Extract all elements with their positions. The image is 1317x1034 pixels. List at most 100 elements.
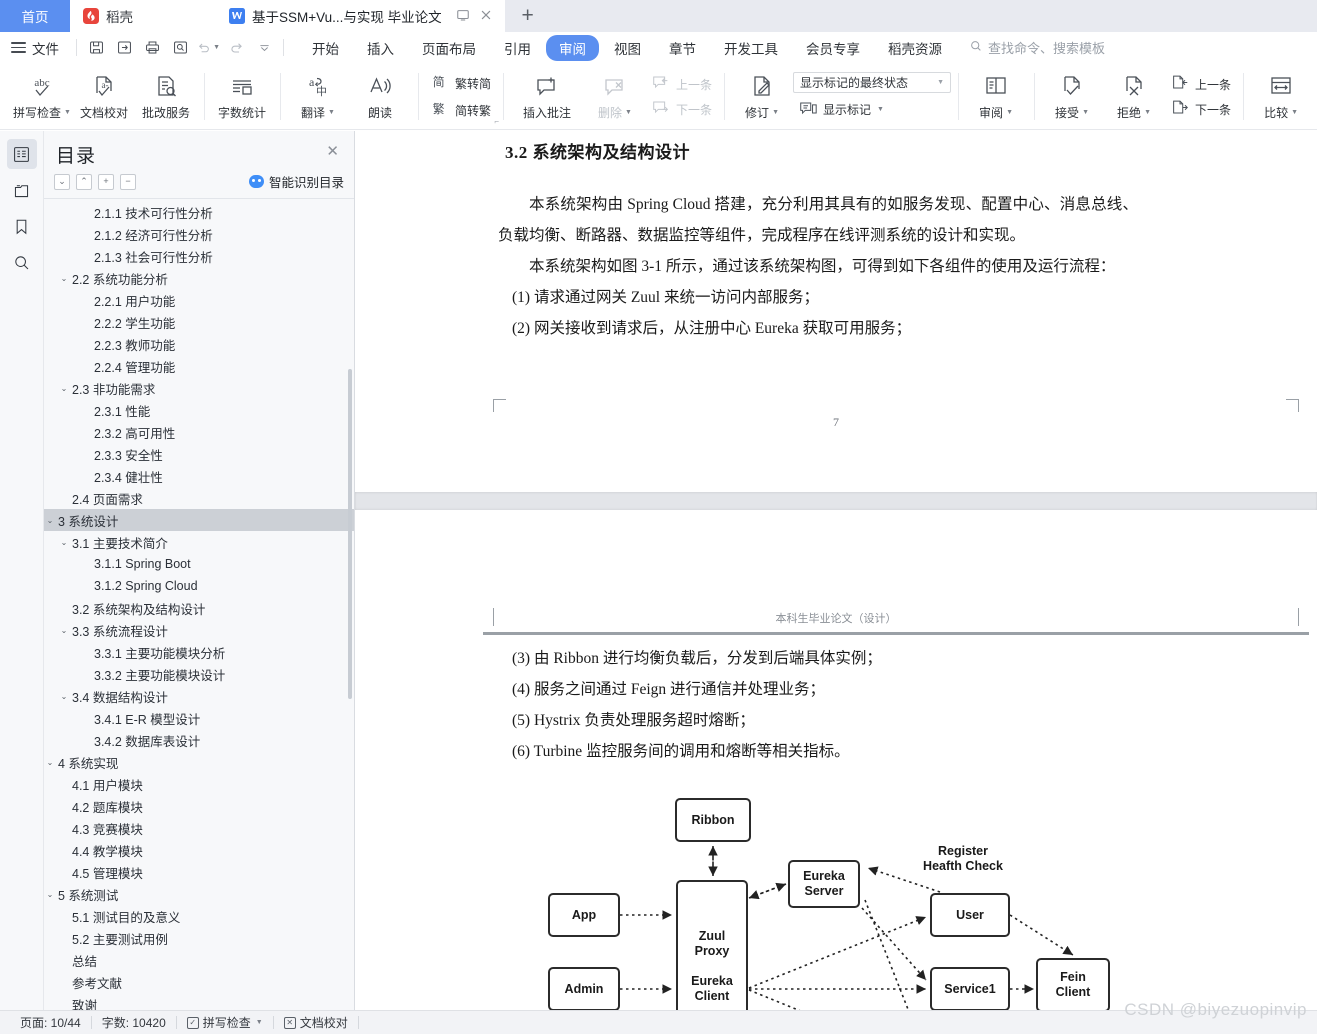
track-changes-button[interactable]: 修订 ▼ — [731, 67, 793, 127]
outline-item[interactable]: ⌄ 3.4 数据结构设计 — [44, 685, 354, 707]
undo-dropdown-caret[interactable]: ▼ — [213, 44, 220, 51]
previous-change-button[interactable]: 上一条 — [1165, 72, 1236, 96]
outline-item[interactable]: 5.1 测试目的及意义 — [44, 905, 354, 927]
outline-item[interactable]: ⌄ 2.2 系统功能分析 — [44, 267, 354, 289]
outline-item[interactable]: 2.3.4 健壮性 — [44, 465, 354, 487]
outline-item[interactable]: ⌄ 5 系统测试 — [44, 883, 354, 905]
chevron-down-icon[interactable]: ⌄ — [58, 384, 70, 393]
spell-check-status-button[interactable]: ✓ 拼写检查 ▼ — [177, 1014, 273, 1031]
tab-start[interactable]: 开始 — [299, 35, 352, 61]
outline-item[interactable]: 致谢 — [44, 993, 354, 1011]
tab-docer[interactable]: 稻壳 — [70, 0, 216, 32]
group-expander-icon[interactable]: ⌐ — [494, 117, 499, 126]
tab-document[interactable]: 基于SSM+Vu...与实现 毕业论文 — [216, 0, 505, 32]
outline-item[interactable]: 3.4.2 数据库表设计 — [44, 729, 354, 751]
collapse-all-button[interactable]: − — [120, 173, 136, 190]
print-icon[interactable] — [140, 36, 164, 60]
reviewing-pane-button[interactable]: 审阅 ▼ — [965, 67, 1027, 127]
next-comment-button[interactable]: 下一条 — [646, 97, 717, 121]
undo-icon[interactable]: ▼ — [196, 36, 220, 60]
display-for-review-select[interactable]: 显示标记的最终状态 ▼ — [793, 71, 952, 93]
outline-item[interactable]: 参考文献 — [44, 971, 354, 993]
search-command-input[interactable]: 查找命令、搜索模板 — [969, 38, 1105, 57]
new-comment-button[interactable]: 插入批注 — [510, 67, 584, 127]
next-change-button[interactable]: 下一条 — [1165, 97, 1236, 121]
collapse-down-button[interactable]: ⌄ — [54, 173, 70, 190]
save-icon[interactable] — [84, 36, 108, 60]
new-tab-button[interactable]: + — [505, 0, 551, 32]
outline-item[interactable]: 2.1.1 技术可行性分析 — [44, 201, 354, 223]
compare-button[interactable]: 比较 ▼ — [1250, 67, 1312, 127]
delete-comment-button[interactable]: 删除 ▼ — [584, 67, 646, 127]
chevron-down-icon[interactable]: ⌄ — [58, 626, 70, 635]
thumbnail-icon[interactable] — [7, 175, 37, 205]
outline-item[interactable]: 4.1 用户模块 — [44, 773, 354, 795]
outline-icon[interactable] — [6, 139, 37, 169]
outline-item[interactable]: 3.1.1 Spring Boot — [44, 553, 354, 575]
outline-item[interactable]: 3.4.1 E-R 模型设计 — [44, 707, 354, 729]
word-count-button[interactable]: 字数统计 — [211, 67, 273, 127]
document-proofread-button[interactable]: a- 文档校对 — [73, 67, 135, 127]
chevron-down-icon[interactable]: ⌄ — [58, 538, 70, 547]
search-icon[interactable] — [7, 247, 37, 277]
accept-change-button[interactable]: 接受 ▼ — [1041, 67, 1103, 127]
outline-item[interactable]: 4.3 竞赛模块 — [44, 817, 354, 839]
tab-developer-tools[interactable]: 开发工具 — [711, 35, 791, 61]
save-as-icon[interactable] — [112, 36, 136, 60]
outline-item[interactable]: ⌄ 3.1 主要技术简介 — [44, 531, 354, 553]
outline-item[interactable]: 2.1.2 经济可行性分析 — [44, 223, 354, 245]
outline-item[interactable]: 3.3.2 主要功能模块设计 — [44, 663, 354, 685]
document-canvas[interactable]: 3.2 系统架构及结构设计 本系统架构由 Spring Cloud 搭建，充分利… — [355, 131, 1317, 1010]
translate-button[interactable]: a中 翻译 ▼ — [287, 67, 349, 127]
outline-item[interactable]: 3.1.2 Spring Cloud — [44, 575, 354, 597]
print-preview-icon[interactable] — [168, 36, 192, 60]
bookmark-icon[interactable] — [7, 211, 37, 241]
outline-item[interactable]: ⌄ 3.3 系统流程设计 — [44, 619, 354, 641]
outline-item[interactable]: 2.3.1 性能 — [44, 399, 354, 421]
tab-section[interactable]: 章节 — [656, 35, 709, 61]
chevron-down-icon[interactable]: ⌄ — [44, 890, 56, 899]
tab-member-exclusive[interactable]: 会员专享 — [793, 35, 873, 61]
tab-home[interactable]: 首页 — [0, 0, 70, 32]
tab-docer-resources[interactable]: 稻壳资源 — [875, 35, 955, 61]
close-icon[interactable]: ✕ — [323, 141, 342, 162]
chevron-down-icon[interactable]: ⌄ — [58, 692, 70, 701]
chevron-down-icon[interactable]: ⌄ — [44, 758, 56, 767]
outline-item[interactable]: 2.2.1 用户功能 — [44, 289, 354, 311]
tab-view[interactable]: 视图 — [601, 35, 654, 61]
spell-check-button[interactable]: abc 拼写检查 ▼ — [11, 67, 73, 127]
expand-all-button[interactable]: + — [98, 173, 114, 190]
outline-item-list[interactable]: 2.1.1 技术可行性分析 2.1.2 经济可行性分析 2.1.3 社会可行性分析 ⌄… — [44, 198, 354, 1010]
redo-icon[interactable] — [224, 36, 248, 60]
chevron-down-icon[interactable]: ⌄ — [58, 274, 70, 283]
simp-to-trad-button[interactable]: 繁 简转繁 — [425, 97, 496, 123]
outline-item[interactable]: 2.1.3 社会可行性分析 — [44, 245, 354, 267]
tab-insert[interactable]: 插入 — [354, 35, 407, 61]
correction-service-button[interactable]: 批改服务 — [135, 67, 197, 127]
outline-item[interactable]: 5.2 主要测试用例 — [44, 927, 354, 949]
outline-item[interactable]: 2.4 页面需求 — [44, 487, 354, 509]
proofread-status-button[interactable]: ✕ 文档校对 — [274, 1014, 358, 1031]
outline-item[interactable]: 4.4 教学模块 — [44, 839, 354, 861]
tab-close-icon[interactable] — [479, 8, 493, 25]
outline-scrollbar-thumb[interactable] — [348, 369, 352, 699]
outline-item[interactable]: 总结 — [44, 949, 354, 971]
show-markup-button[interactable]: 显示标记 ▼ — [793, 98, 951, 122]
previous-comment-button[interactable]: 上一条 — [646, 72, 717, 96]
outline-item[interactable]: 2.3.2 高可用性 — [44, 421, 354, 443]
collapse-up-button[interactable]: ⌃ — [76, 173, 92, 190]
customize-qat-icon[interactable] — [252, 36, 276, 60]
outline-item[interactable]: ⌄ 2.3 非功能需求 — [44, 377, 354, 399]
tab-references[interactable]: 引用 — [491, 35, 544, 61]
reject-change-button[interactable]: 拒绝 ▼ — [1103, 67, 1165, 127]
tab-review[interactable]: 审阅 — [546, 34, 599, 61]
tab-page-layout[interactable]: 页面布局 — [409, 35, 489, 61]
outline-item[interactable]: ⌄ 4 系统实现 — [44, 751, 354, 773]
outline-item[interactable]: 3.3.1 主要功能模块分析 — [44, 641, 354, 663]
outline-item[interactable]: 4.2 题库模块 — [44, 795, 354, 817]
outline-item[interactable]: 2.3.3 安全性 — [44, 443, 354, 465]
outline-item[interactable]: 4.5 管理模块 — [44, 861, 354, 883]
outline-item[interactable]: 2.2.4 管理功能 — [44, 355, 354, 377]
chevron-down-icon[interactable]: ⌄ — [44, 516, 56, 525]
trad-to-simp-button[interactable]: 简 繁转简 — [425, 70, 496, 96]
